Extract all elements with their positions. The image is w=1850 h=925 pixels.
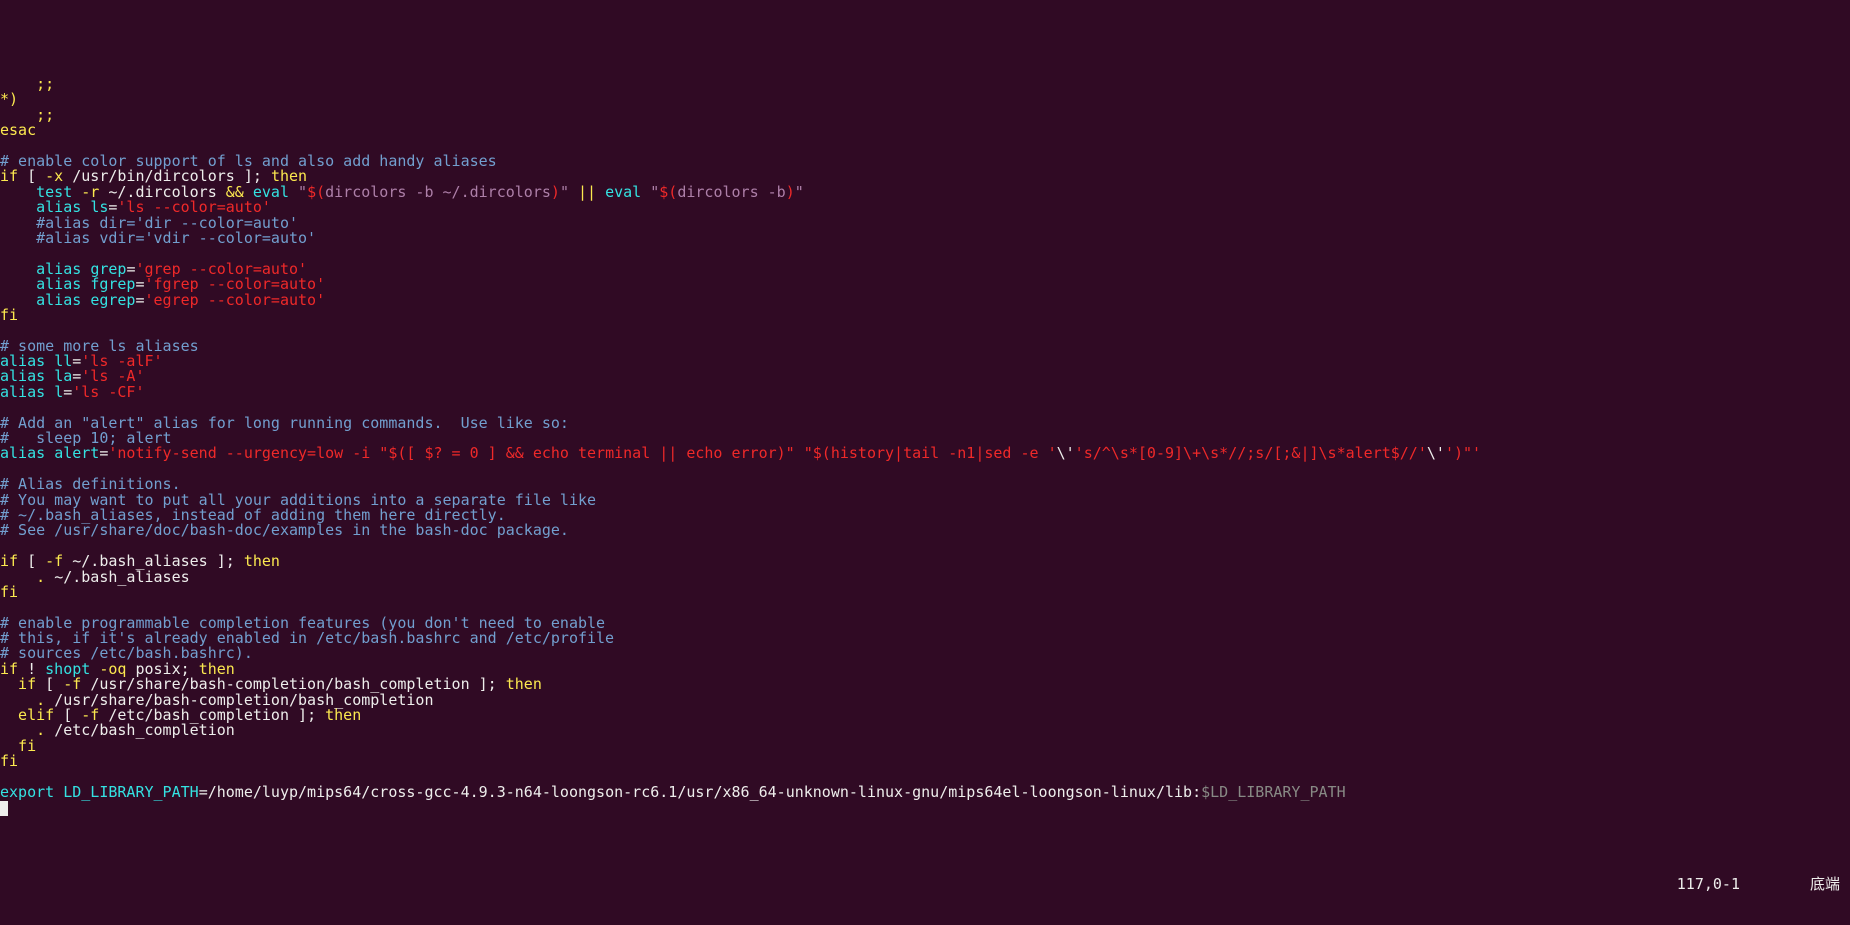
code-segment: ' (1418, 444, 1427, 462)
code-line: ;; (0, 108, 1850, 123)
code-segment: ] (289, 706, 307, 724)
terminal-editor[interactable]: ;;*) ;;esac# enable color support of ls … (0, 77, 1850, 816)
code-segment: ) (786, 183, 795, 201)
code-segment: fi (0, 583, 18, 601)
code-segment: = (199, 783, 208, 801)
vim-status-bar: 117,0-1 底端 (0, 878, 1850, 896)
code-segment: #alias vdir='vdir --color=auto' (0, 229, 316, 247)
code-segment: ' (1075, 444, 1084, 462)
code-segment: s/^\s*[0-9]\+\s*//;s/[;&|]\s*alert$// (1084, 444, 1418, 462)
code-segment: ] (470, 675, 488, 693)
code-segment: egrep (90, 291, 135, 309)
code-segment: /home/luyp/mips64/cross-gcc-4.9.3-n64-lo… (208, 783, 1201, 801)
code-segment: 'egrep --color=auto' (145, 291, 326, 309)
code-segment: l (54, 383, 63, 401)
code-line: esac (0, 123, 1850, 138)
code-line: elif [ -f /etc/bash_completion ]; then (0, 708, 1850, 723)
code-segment: \' (1057, 444, 1075, 462)
code-segment: # See /usr/share/doc/bash-doc/examples i… (0, 521, 569, 539)
code-line: fi (0, 585, 1850, 600)
code-line (0, 323, 1850, 338)
code-segment: ' (1048, 444, 1057, 462)
code-segment: /etc/bash_completion (54, 721, 235, 739)
code-line: export LD_LIBRARY_PATH=/home/luyp/mips64… (0, 785, 1850, 800)
code-segment: esac (0, 121, 36, 139)
code-line: fi (0, 308, 1850, 323)
code-segment: 'ls -CF' (72, 383, 144, 401)
code-segment: ) (551, 183, 560, 201)
code-line: # this, if it's already enabled in /etc/… (0, 631, 1850, 646)
file-position-label: 底端 (1810, 877, 1840, 892)
code-line: alias egrep='egrep --color=auto' (0, 293, 1850, 308)
code-line: fi (0, 754, 1850, 769)
code-segment: LD_LIBRARY_PATH (63, 783, 198, 801)
code-line: . ~/.bash_aliases (0, 570, 1850, 585)
code-segment: alias (0, 383, 54, 401)
code-line: test -r ~/.dircolors && eval "$(dircolor… (0, 185, 1850, 200)
cursor-line (0, 800, 1850, 815)
code-segment: " (795, 183, 804, 201)
code-segment: dircolors -b (677, 183, 785, 201)
code-line: # See /usr/share/doc/bash-doc/examples i… (0, 523, 1850, 538)
code-segment: alias (0, 444, 54, 462)
code-segment: 'notify-send --urgency=low -i "$([ $? = … (108, 444, 1047, 462)
text-cursor (0, 801, 8, 816)
code-segment: ' (1445, 444, 1454, 462)
code-line: alias la='ls -A' (0, 369, 1850, 384)
code-line: ;; (0, 77, 1850, 92)
code-segment: )" (1454, 444, 1472, 462)
code-segment: \' (1427, 444, 1445, 462)
code-segment: export (0, 783, 63, 801)
code-line: if [ -f ~/.bash_aliases ]; then (0, 554, 1850, 569)
code-line: fi (0, 739, 1850, 754)
code-segment: ~/.bash_aliases (54, 568, 189, 586)
code-segment: " (650, 183, 659, 201)
code-segment: ; (226, 552, 244, 570)
code-segment: ' (1472, 444, 1481, 462)
code-segment: then (244, 552, 280, 570)
code-segment: = (63, 383, 72, 401)
code-segment: alert (54, 444, 99, 462)
code-line: alias alert='notify-send --urgency=low -… (0, 446, 1850, 461)
code-segment: eval (605, 183, 650, 201)
code-segment: then (325, 706, 361, 724)
code-line: alias l='ls -CF' (0, 385, 1850, 400)
code-segment: fi (0, 306, 18, 324)
cursor-position: 117,0-1 (1677, 877, 1740, 892)
code-line: alias ll='ls -alF' (0, 354, 1850, 369)
code-segment: || (569, 183, 605, 201)
code-line (0, 462, 1850, 477)
code-segment: = (135, 291, 144, 309)
code-segment: then (506, 675, 542, 693)
code-line: . /etc/bash_completion (0, 723, 1850, 738)
code-segment: ] (208, 552, 226, 570)
code-line: #alias vdir='vdir --color=auto' (0, 231, 1850, 246)
code-line: # sources /etc/bash.bashrc). (0, 646, 1850, 661)
code-line: *) (0, 92, 1850, 107)
code-segment: $( (307, 183, 325, 201)
code-segment: dircolors -b ~/.dircolors (325, 183, 551, 201)
code-segment: fi (0, 752, 18, 770)
code-segment: ; (307, 706, 325, 724)
code-segment: ; (488, 675, 506, 693)
code-line: # Add an "alert" alias for long running … (0, 416, 1850, 431)
code-segment: " (298, 183, 307, 201)
code-segment: $LD_LIBRARY_PATH (1201, 783, 1346, 801)
code-line: # some more ls aliases (0, 339, 1850, 354)
code-segment: " (560, 183, 569, 201)
code-segment: $( (659, 183, 677, 201)
